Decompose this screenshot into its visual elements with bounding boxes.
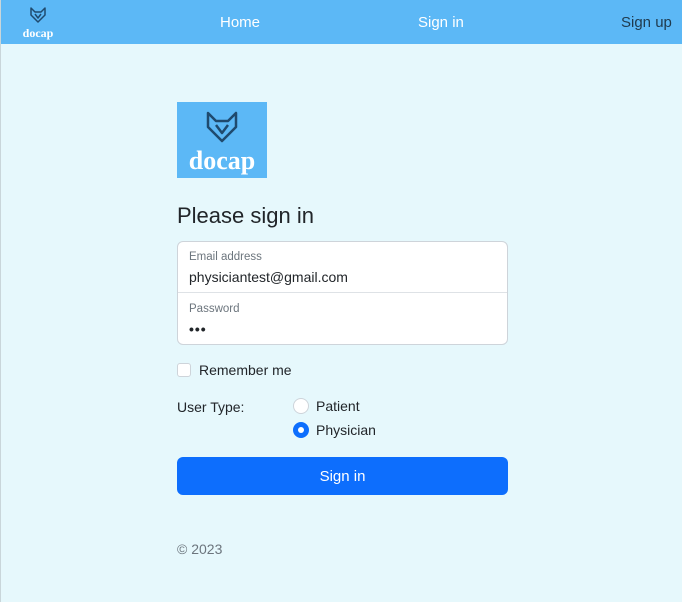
remember-me-checkbox[interactable] — [177, 363, 191, 377]
credentials-group: Email address physiciantest@gmail.com Pa… — [177, 241, 508, 345]
patient-radio[interactable] — [293, 398, 309, 414]
nav-link-sign-up[interactable]: Sign up — [621, 14, 672, 32]
email-input[interactable]: physiciantest@gmail.com — [189, 268, 348, 286]
brand-logo: docap — [177, 102, 267, 178]
physician-radio-label[interactable]: Physician — [316, 422, 376, 438]
nav-link-home[interactable]: Home — [220, 14, 260, 32]
nav-logo-text: docap — [22, 26, 54, 40]
nav-logo[interactable]: docap — [17, 5, 59, 39]
email-label: Email address — [189, 251, 262, 263]
password-input[interactable]: ••• — [189, 320, 207, 338]
password-label: Password — [189, 303, 240, 315]
sign-in-button[interactable]: Sign in — [177, 457, 508, 495]
fox-head-icon — [206, 111, 238, 143]
user-type-label: User Type: — [177, 399, 245, 415]
remember-me-label[interactable]: Remember me — [199, 362, 292, 378]
password-field[interactable]: Password ••• — [178, 294, 507, 345]
patient-radio-label[interactable]: Patient — [316, 398, 360, 414]
nav-link-sign-in[interactable]: Sign in — [418, 14, 464, 32]
email-field[interactable]: Email address physiciantest@gmail.com — [178, 242, 507, 293]
top-navbar: docap Home Sign in Sign up — [1, 0, 682, 44]
brand-logo-text: docap — [188, 146, 256, 175]
physician-radio[interactable] — [293, 422, 309, 438]
page-title: Please sign in — [177, 203, 314, 228]
footer-copyright: © 2023 — [177, 541, 223, 557]
fox-head-icon — [30, 7, 46, 23]
